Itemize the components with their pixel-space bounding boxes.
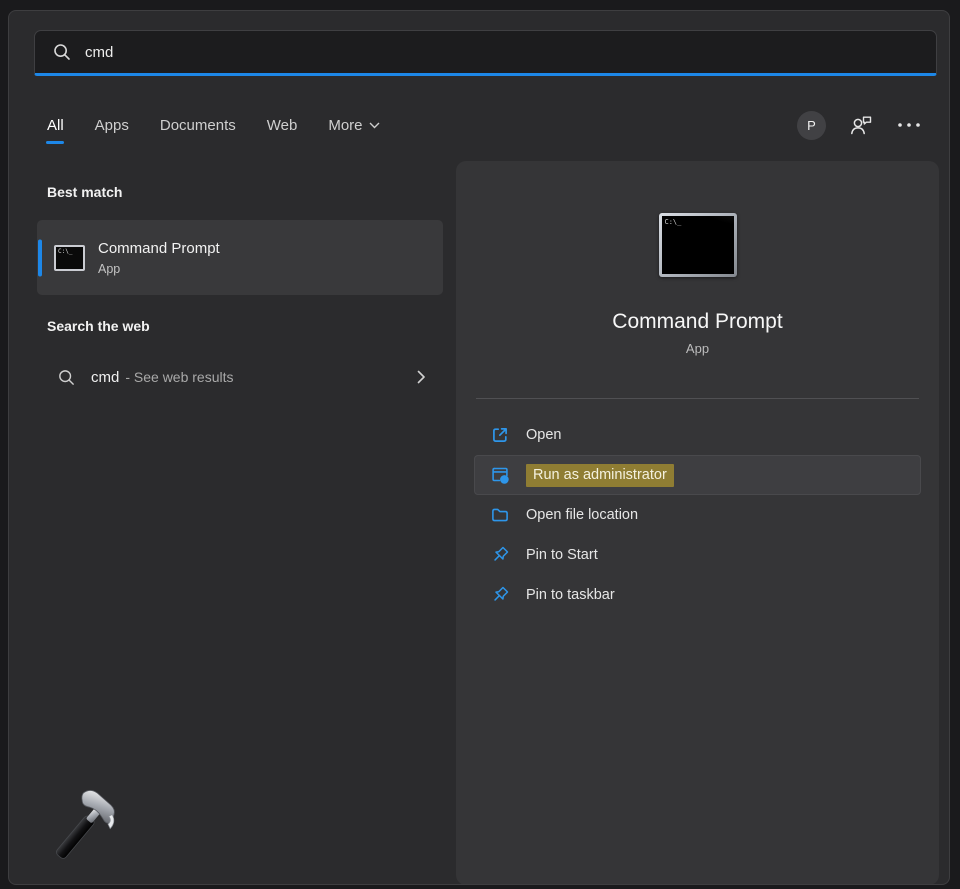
search-icon bbox=[57, 368, 76, 387]
action-label: Open file location bbox=[526, 507, 638, 523]
command-prompt-icon-text: C:\_ bbox=[58, 248, 72, 255]
web-query-text: cmd bbox=[91, 369, 119, 386]
result-title: Command Prompt bbox=[98, 240, 220, 257]
action-list: Open Run as administrator Open file loca… bbox=[456, 415, 939, 615]
tab-documents[interactable]: Documents bbox=[160, 117, 236, 134]
preview-panel: C:\_ Command Prompt App Open Run as admi… bbox=[456, 161, 939, 885]
tab-web[interactable]: Web bbox=[267, 117, 298, 134]
best-match-text: Command Prompt App bbox=[98, 240, 220, 276]
avatar-letter: P bbox=[807, 118, 816, 133]
tab-all[interactable]: All bbox=[47, 117, 64, 134]
command-prompt-icon-screen: C:\_ bbox=[662, 216, 734, 274]
action-label: Pin to taskbar bbox=[526, 587, 615, 603]
divider bbox=[476, 398, 919, 399]
command-prompt-icon: C:\_ bbox=[54, 245, 85, 271]
result-type: App bbox=[98, 262, 220, 276]
action-label: Pin to Start bbox=[526, 547, 598, 563]
action-pin-to-taskbar[interactable]: Pin to taskbar bbox=[474, 575, 921, 615]
chevron-right-icon[interactable] bbox=[413, 369, 429, 385]
tab-all-label: All bbox=[47, 117, 64, 134]
search-icon bbox=[52, 42, 72, 62]
command-prompt-icon-text: C:\_ bbox=[665, 218, 682, 226]
run-as-admin-icon bbox=[490, 465, 510, 485]
active-tab-indicator bbox=[46, 141, 64, 144]
hammer-cursor-icon bbox=[43, 786, 129, 873]
tab-apps-label: Apps bbox=[95, 117, 129, 134]
search-web-header: Search the web bbox=[47, 318, 150, 334]
pin-icon bbox=[490, 585, 510, 605]
action-pin-to-start[interactable]: Pin to Start bbox=[474, 535, 921, 575]
best-match-header: Best match bbox=[47, 184, 122, 200]
preview-type: App bbox=[456, 341, 939, 356]
action-open-file-location[interactable]: Open file location bbox=[474, 495, 921, 535]
preview-title: Command Prompt bbox=[456, 310, 939, 334]
tab-more[interactable]: More bbox=[328, 117, 379, 134]
web-search-result[interactable]: cmd - See web results bbox=[37, 355, 443, 399]
tab-apps[interactable]: Apps bbox=[95, 117, 129, 134]
web-suffix-text: - See web results bbox=[125, 369, 233, 385]
selection-accent-bar bbox=[38, 239, 42, 276]
user-avatar[interactable]: P bbox=[797, 111, 826, 140]
filter-tabs: All Apps Documents Web More P bbox=[47, 109, 927, 141]
pin-icon bbox=[490, 545, 510, 565]
feedback-icon[interactable] bbox=[849, 114, 874, 136]
more-options-icon[interactable] bbox=[897, 122, 921, 128]
tab-web-label: Web bbox=[267, 117, 298, 134]
action-open[interactable]: Open bbox=[474, 415, 921, 455]
tab-documents-label: Documents bbox=[160, 117, 236, 134]
command-prompt-icon: C:\_ bbox=[659, 213, 737, 277]
open-external-icon bbox=[490, 425, 510, 445]
search-box[interactable] bbox=[34, 30, 937, 76]
folder-icon bbox=[490, 505, 510, 525]
chevron-down-icon bbox=[369, 122, 380, 129]
action-label-highlighted: Run as administrator bbox=[526, 464, 674, 487]
tab-more-label: More bbox=[328, 117, 362, 134]
windows-search-flyout: { "search": { "value": "cmd", "icon": "s… bbox=[0, 0, 960, 889]
search-input[interactable] bbox=[85, 44, 936, 61]
action-run-as-administrator[interactable]: Run as administrator bbox=[474, 455, 921, 495]
best-match-result[interactable]: C:\_ Command Prompt App bbox=[37, 220, 443, 295]
action-label: Open bbox=[526, 427, 561, 443]
search-window: All Apps Documents Web More P Best ma bbox=[8, 10, 950, 885]
